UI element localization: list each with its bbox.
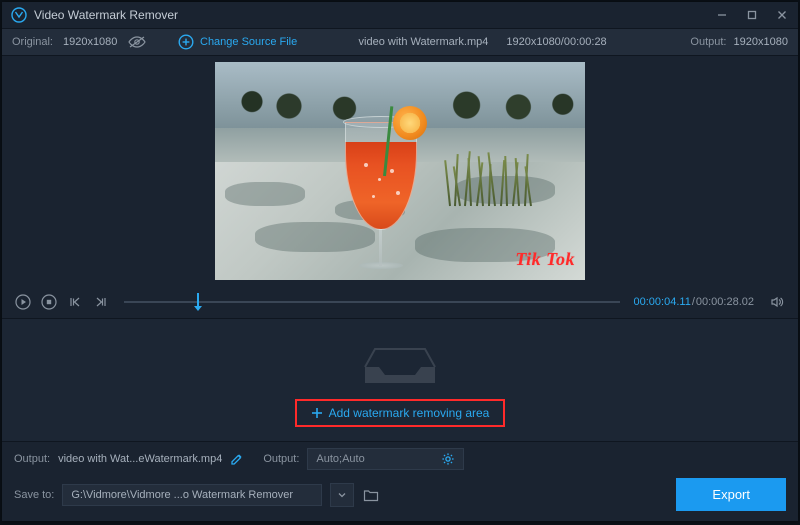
original-resolution: 1920x1080 bbox=[63, 36, 117, 48]
watermark-overlay: Tik Tok bbox=[515, 249, 575, 270]
saveto-path-input[interactable]: G:\Vidmore\Vidmore ...o Watermark Remove… bbox=[62, 484, 322, 506]
output-format-label: Output: bbox=[263, 453, 299, 465]
chevron-down-icon bbox=[337, 490, 347, 500]
current-time: 00:00:04.11 bbox=[634, 296, 691, 308]
watermark-areas-panel: Add watermark removing area bbox=[2, 318, 798, 442]
minimize-button[interactable] bbox=[714, 7, 730, 23]
plus-circle-icon bbox=[178, 34, 194, 50]
prev-frame-button[interactable] bbox=[66, 293, 84, 311]
footer: Output: video with Wat...eWatermark.mp4 … bbox=[2, 442, 798, 521]
output-resolution: 1920x1080 bbox=[734, 36, 788, 48]
output-label: Output: bbox=[690, 36, 726, 48]
saveto-dropdown-button[interactable] bbox=[330, 483, 354, 507]
next-frame-button[interactable] bbox=[92, 293, 110, 311]
info-bar: Original: 1920x1080 Change Source File v… bbox=[2, 28, 798, 56]
tray-icon bbox=[357, 333, 443, 385]
change-source-label: Change Source File bbox=[200, 36, 297, 48]
video-preview[interactable]: Tik Tok bbox=[215, 62, 585, 280]
maximize-button[interactable] bbox=[744, 7, 760, 23]
edit-filename-button[interactable] bbox=[230, 453, 243, 466]
source-meta: 1920x1080/00:00:28 bbox=[506, 36, 606, 48]
output-file-label: Output: bbox=[14, 453, 50, 465]
source-filename: video with Watermark.mp4 bbox=[359, 36, 489, 48]
export-button[interactable]: Export bbox=[676, 478, 786, 511]
output-format-value: Auto;Auto bbox=[316, 453, 364, 465]
output-filename: video with Wat...eWatermark.mp4 bbox=[58, 453, 222, 465]
time-sep: / bbox=[692, 296, 695, 308]
timeline-scrubber[interactable] bbox=[124, 293, 620, 311]
titlebar: Video Watermark Remover bbox=[2, 2, 798, 28]
gear-icon[interactable] bbox=[441, 452, 455, 466]
total-time: 00:00:28.02 bbox=[696, 296, 754, 308]
timeline-handle[interactable] bbox=[197, 293, 199, 307]
app-logo-icon bbox=[10, 6, 28, 24]
play-button[interactable] bbox=[14, 293, 32, 311]
original-label: Original: bbox=[12, 36, 53, 48]
app-window: Video Watermark Remover Original: 1920x1… bbox=[2, 2, 798, 521]
preview-area: Tik Tok bbox=[2, 56, 798, 286]
add-watermark-area-button[interactable]: Add watermark removing area bbox=[295, 399, 506, 427]
close-button[interactable] bbox=[774, 7, 790, 23]
plus-icon bbox=[311, 407, 323, 419]
change-source-button[interactable]: Change Source File bbox=[178, 34, 297, 50]
eye-toggle-icon[interactable] bbox=[127, 35, 147, 49]
open-folder-button[interactable] bbox=[362, 486, 380, 504]
volume-icon[interactable] bbox=[768, 293, 786, 311]
saveto-label: Save to: bbox=[14, 489, 54, 501]
stop-button[interactable] bbox=[40, 293, 58, 311]
add-area-label: Add watermark removing area bbox=[329, 406, 490, 420]
playback-controls: 00:00:04.11/00:00:28.02 bbox=[2, 286, 798, 318]
window-buttons bbox=[714, 7, 790, 23]
output-format-select[interactable]: Auto;Auto bbox=[307, 448, 463, 470]
app-title: Video Watermark Remover bbox=[34, 8, 714, 22]
